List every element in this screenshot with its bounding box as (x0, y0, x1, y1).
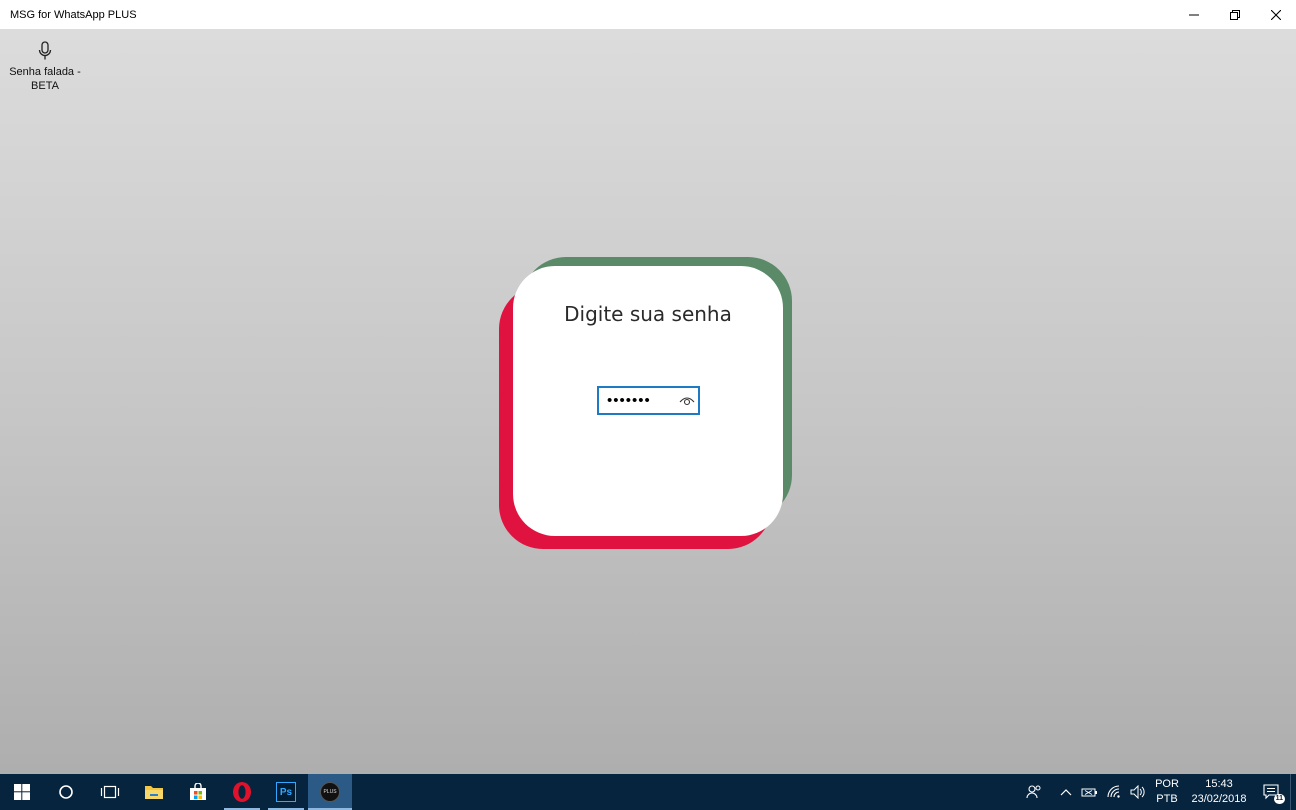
taskbar: Ps PLUS POR PTB 15:43 23/02/2018 11 (0, 774, 1296, 810)
password-value[interactable]: ••••••• (607, 393, 676, 408)
file-explorer-button[interactable] (132, 774, 176, 810)
wifi-icon (1107, 785, 1120, 798)
language-line1: POR (1155, 778, 1179, 790)
people-button[interactable] (1014, 774, 1054, 810)
show-hidden-icons-button[interactable] (1054, 774, 1078, 810)
language-line2: PTB (1156, 793, 1178, 805)
notification-badge: 11 (1273, 794, 1285, 804)
minimize-icon (1188, 14, 1199, 15)
people-icon (1026, 785, 1041, 799)
login-card: Digite sua senha ••••••• (513, 266, 783, 536)
volume-button[interactable] (1126, 774, 1150, 810)
cortana-button[interactable] (44, 774, 88, 810)
minimize-button[interactable] (1173, 0, 1214, 29)
action-center-button[interactable]: 11 (1254, 774, 1290, 810)
app-content: Senha falada - BETA Digite sua senha •••… (0, 29, 1296, 774)
clock-time: 15:43 (1205, 778, 1233, 790)
msg-plus-button[interactable]: PLUS (308, 774, 352, 810)
opera-button[interactable] (220, 774, 264, 810)
task-view-icon (100, 785, 120, 799)
system-tray: POR PTB 15:43 23/02/2018 11 (1014, 774, 1296, 810)
start-button[interactable] (0, 774, 44, 810)
windows-icon (14, 784, 30, 800)
password-prompt: Digite sua senha (564, 302, 732, 326)
speaker-icon (1130, 785, 1145, 799)
network-button[interactable] (1102, 774, 1126, 810)
close-button[interactable] (1255, 0, 1296, 29)
chevron-up-icon (1060, 789, 1072, 796)
voice-password-button[interactable]: Senha falada - BETA (5, 39, 85, 97)
voice-password-label: Senha falada - BETA (9, 66, 81, 92)
microphone-icon (38, 39, 52, 61)
title-bar: MSG for WhatsApp PLUS (0, 0, 1296, 29)
battery-icon (1081, 788, 1097, 797)
close-icon (1270, 9, 1281, 20)
password-field[interactable]: ••••••• (597, 386, 700, 415)
restore-button[interactable] (1214, 0, 1255, 29)
photoshop-icon: Ps (276, 782, 296, 802)
opera-icon (233, 782, 251, 802)
cortana-icon (59, 785, 73, 799)
eye-icon[interactable] (676, 395, 698, 407)
photoshop-button[interactable]: Ps (264, 774, 308, 810)
language-indicator[interactable]: POR PTB (1150, 777, 1184, 807)
task-view-button[interactable] (88, 774, 132, 810)
msg-plus-icon: PLUS (320, 782, 340, 802)
msg-plus-label: PLUS (323, 789, 337, 795)
clock[interactable]: 15:43 23/02/2018 (1184, 777, 1254, 807)
battery-button[interactable] (1078, 774, 1102, 810)
clock-date: 23/02/2018 (1191, 793, 1247, 805)
restore-icon (1229, 9, 1240, 20)
show-desktop-button[interactable] (1290, 774, 1296, 810)
folder-icon (145, 786, 163, 799)
store-bag-icon (190, 783, 206, 800)
window-title: MSG for WhatsApp PLUS (10, 8, 137, 21)
store-button[interactable] (176, 774, 220, 810)
photoshop-label: Ps (279, 786, 293, 798)
